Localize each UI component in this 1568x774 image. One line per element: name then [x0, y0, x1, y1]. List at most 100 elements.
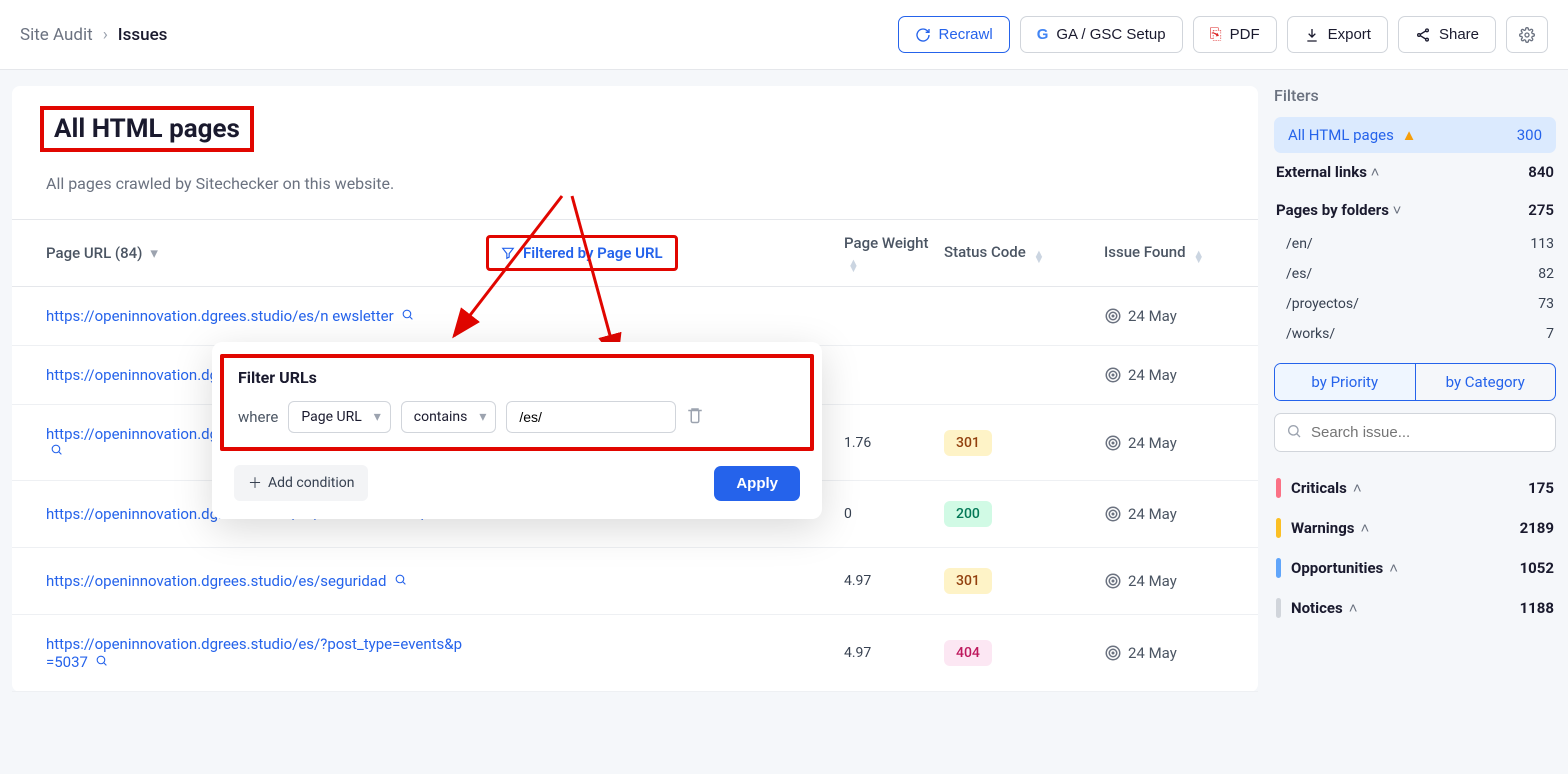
filter-chip[interactable]: Filtered by Page URL: [486, 235, 678, 271]
filter-operator-select[interactable]: contains: [401, 401, 497, 433]
share-label: Share: [1439, 26, 1479, 43]
status-badge: 200: [944, 501, 992, 527]
apply-button[interactable]: Apply: [714, 466, 800, 501]
category-row[interactable]: Warnings ˄2189: [1274, 508, 1556, 548]
chevron-down-icon: ˅: [1393, 201, 1402, 219]
sidebar-item-label: All HTML pages: [1288, 126, 1394, 144]
search-issue-input[interactable]: [1274, 413, 1556, 452]
folder-name: /es/: [1286, 266, 1312, 282]
weight-cell: 0: [844, 506, 944, 522]
weight-cell: 1.76: [844, 435, 944, 451]
col-issue[interactable]: Issue Found ▲▼: [1104, 243, 1224, 263]
sidebar-item-all-html[interactable]: All HTML pages ▲ 300: [1274, 117, 1556, 153]
filter-actions: ＋ Add condition Apply: [234, 465, 800, 501]
status-badge: 301: [944, 430, 992, 456]
category-row[interactable]: Criticals ˄175: [1274, 468, 1556, 508]
folder-item[interactable]: /works/7: [1274, 319, 1556, 349]
filters-section-title: Filters: [1274, 86, 1556, 105]
sort-icon: ▲▼: [1193, 251, 1204, 263]
tab-category[interactable]: by Category: [1416, 364, 1556, 400]
folders-list: /en/113/es/82/proyectos/73/works/7: [1274, 229, 1556, 349]
filter-popup: Filter URLs where Page URL contains ＋ Ad…: [212, 342, 822, 519]
page-description: All pages crawled by Sitechecker on this…: [46, 174, 1224, 193]
warning-icon: ▲: [1402, 126, 1417, 144]
category-bar: [1276, 478, 1281, 498]
filter-icon: [501, 246, 515, 260]
search-icon[interactable]: [394, 574, 407, 590]
add-condition-button[interactable]: ＋ Add condition: [234, 465, 368, 501]
export-label: Export: [1328, 26, 1371, 43]
page-title-highlight: All HTML pages: [40, 106, 254, 152]
filter-field-value: Page URL: [301, 409, 361, 425]
gear-icon: [1519, 27, 1535, 43]
delete-icon[interactable]: [686, 406, 704, 428]
url-link[interactable]: https://openinnovation.dgrees.studio/es/…: [46, 307, 394, 325]
status-cell: 301: [944, 430, 1104, 456]
col-weight[interactable]: Page Weight ▲▼: [844, 234, 944, 272]
category-bar: [1276, 598, 1281, 618]
folder-name: /proyectos/: [1286, 296, 1359, 312]
folder-item[interactable]: /proyectos/73: [1274, 289, 1556, 319]
issue-cell: 24 May: [1104, 366, 1224, 384]
status-cell: 301: [944, 568, 1104, 594]
status-badge: 404: [944, 640, 992, 666]
pdf-button[interactable]: ⎘ PDF: [1193, 16, 1277, 53]
table-header: Page URL (84) ▾ Filtered by Page URL Pag…: [12, 219, 1258, 287]
main-content: All HTML pages All pages crawled by Site…: [12, 86, 1258, 692]
sidebar-group-label: Pages by folders: [1276, 201, 1389, 219]
sidebar-group-count: 275: [1528, 201, 1554, 219]
col-status[interactable]: Status Code ▲▼: [944, 243, 1104, 263]
breadcrumb: Site Audit › Issues: [20, 25, 167, 45]
filter-value-input[interactable]: [506, 401, 676, 433]
category-name: Notices: [1291, 599, 1343, 617]
search-icon[interactable]: [50, 444, 63, 460]
top-bar: Site Audit › Issues Recrawl G GA / GSC S…: [0, 0, 1568, 70]
pdf-label: PDF: [1230, 26, 1260, 43]
ga-gsc-label: GA / GSC Setup: [1056, 26, 1165, 43]
sidebar-group-folders[interactable]: Pages by folders ˅ 275: [1274, 191, 1556, 229]
sidebar-group-external-links[interactable]: External links ˄ 840: [1274, 153, 1556, 191]
recrawl-label: Recrawl: [939, 26, 993, 43]
url-link[interactable]: https://openinnovation.dgrees.studio/es/…: [46, 572, 386, 590]
category-bar: [1276, 558, 1281, 578]
chevron-right-icon: ›: [103, 25, 108, 45]
export-button[interactable]: Export: [1287, 16, 1388, 53]
weight-cell: 4.97: [844, 573, 944, 589]
table-row: https://openinnovation.dgrees.studio/es/…: [12, 287, 1258, 346]
search-icon[interactable]: [95, 655, 108, 671]
folder-item[interactable]: /es/82: [1274, 259, 1556, 289]
crumb-issues[interactable]: Issues: [118, 25, 168, 45]
issue-cell: 24 May: [1104, 572, 1224, 590]
col-issue-label: Issue Found: [1104, 243, 1186, 261]
sidebar: Filters All HTML pages ▲ 300 External li…: [1274, 86, 1556, 692]
tab-priority[interactable]: by Priority: [1275, 364, 1416, 400]
category-bar: [1276, 518, 1281, 538]
share-button[interactable]: Share: [1398, 16, 1496, 53]
folder-name: /works/: [1286, 326, 1335, 342]
top-actions: Recrawl G GA / GSC Setup ⎘ PDF Export Sh…: [898, 16, 1548, 53]
ga-gsc-button[interactable]: G GA / GSC Setup: [1020, 16, 1183, 53]
col-url[interactable]: Page URL (84) ▾: [46, 244, 466, 262]
filter-where-label: where: [238, 408, 278, 426]
filter-field-select[interactable]: Page URL: [288, 401, 390, 433]
url-cell: https://openinnovation.dgrees.studio/es/…: [46, 635, 466, 671]
category-count: 1188: [1520, 599, 1554, 617]
folder-item[interactable]: /en/113: [1274, 229, 1556, 259]
folder-count: 7: [1546, 326, 1554, 342]
folder-name: /en/: [1286, 236, 1313, 252]
filter-popup-title: Filter URLs: [238, 368, 796, 387]
settings-button[interactable]: [1506, 16, 1548, 53]
category-name: Criticals: [1291, 479, 1347, 497]
crumb-site-audit[interactable]: Site Audit: [20, 25, 93, 45]
category-row[interactable]: Notices ˄1188: [1274, 588, 1556, 628]
recrawl-button[interactable]: Recrawl: [898, 16, 1010, 53]
category-row[interactable]: Opportunities ˄1052: [1274, 548, 1556, 588]
category-name: Warnings: [1291, 519, 1354, 537]
issue-cell: 24 May: [1104, 434, 1224, 452]
status-badge: 301: [944, 568, 992, 594]
chevron-up-icon: ˄: [1353, 479, 1362, 497]
sidebar-group-count: 840: [1528, 163, 1554, 181]
issue-cell: 24 May: [1104, 644, 1224, 662]
search-icon[interactable]: [401, 309, 414, 325]
category-count: 1052: [1520, 559, 1554, 577]
